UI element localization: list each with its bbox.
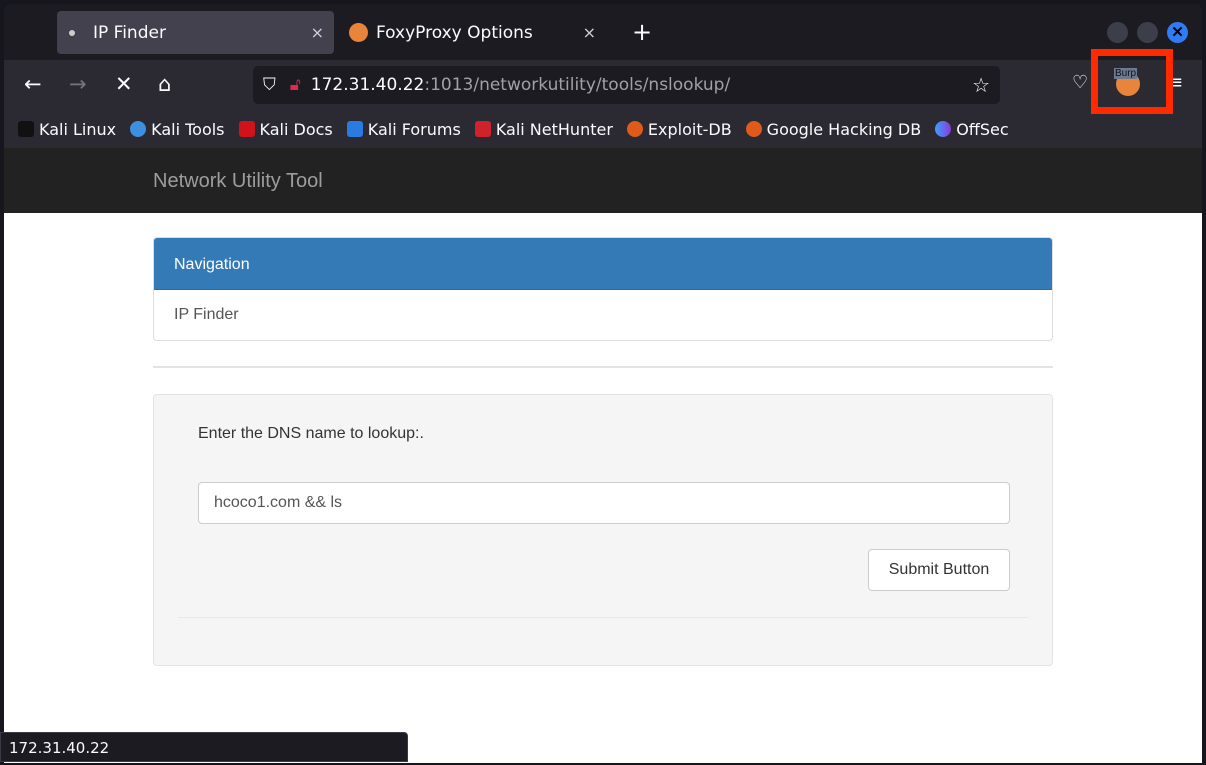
maximize-button[interactable]	[1137, 22, 1158, 43]
bookmark-star-icon[interactable]: ☆	[972, 73, 990, 97]
bookmark-kali-docs[interactable]: Kali Docs	[238, 120, 333, 139]
kali-dragon-icon	[18, 121, 34, 137]
close-window-button[interactable]: ✕	[1167, 22, 1188, 43]
pocket-icon[interactable]: ♡	[1072, 72, 1088, 93]
new-tab-button[interactable]: +	[632, 18, 652, 46]
app-navbar: Network Utility Tool	[4, 148, 1202, 213]
ghdb-icon	[745, 121, 762, 137]
bookmark-google-hacking-db[interactable]: Google Hacking DB	[745, 120, 921, 139]
nav-toolbar: ← → ✕ ⌂ ⛉ 🔓︎ 172.31.40.22:1013/networkut…	[4, 60, 1202, 110]
brand-link[interactable]: Network Utility Tool	[153, 170, 323, 193]
divider	[153, 366, 1053, 368]
url-bar[interactable]: ⛉ 🔓︎ 172.31.40.22:1013/networkutility/to…	[253, 66, 1000, 104]
close-tab-icon[interactable]: ×	[311, 23, 324, 42]
dns-name-input[interactable]	[198, 482, 1010, 524]
tab-foxyproxy[interactable]: FoxyProxy Options ×	[344, 11, 606, 54]
minimize-button[interactable]	[1107, 22, 1128, 43]
stop-icon[interactable]: ✕	[115, 72, 133, 96]
shield-icon: ⛉	[263, 75, 276, 95]
divider	[178, 617, 1028, 618]
kali-tools-icon	[130, 121, 147, 137]
highlight-box	[1091, 49, 1173, 114]
status-bar-url: 172.31.40.22	[0, 732, 408, 762]
bookmark-exploit-db[interactable]: Exploit-DB	[626, 120, 732, 139]
panel-heading: Navigation	[154, 238, 1052, 290]
tab-ip-finder[interactable]: IP Finder ×	[57, 11, 334, 54]
page-icon	[69, 29, 75, 36]
browser-window: IP Finder × FoxyProxy Options × + ✕ ← → …	[4, 4, 1202, 763]
kali-docs-icon	[238, 121, 255, 137]
bookmarks-bar: Kali Linux Kali Tools Kali Docs Kali For…	[4, 110, 1202, 148]
bookmark-offsec[interactable]: OffSec	[935, 120, 1009, 139]
tab-bar: IP Finder × FoxyProxy Options × + ✕	[4, 4, 1202, 60]
back-icon[interactable]: ←	[24, 72, 42, 96]
bookmark-kali-tools[interactable]: Kali Tools	[130, 120, 225, 139]
close-tab-icon[interactable]: ×	[583, 23, 596, 42]
exploit-db-icon	[626, 121, 643, 137]
forward-icon[interactable]: →	[69, 72, 87, 96]
navigation-panel: Navigation IP Finder	[153, 237, 1053, 341]
dns-label: Enter the DNS name to lookup:.	[198, 425, 424, 442]
bookmark-kali-linux[interactable]: Kali Linux	[18, 120, 116, 139]
home-icon[interactable]: ⌂	[158, 72, 171, 96]
nav-item-ip-finder[interactable]: IP Finder	[154, 290, 1052, 340]
insecure-lock-icon: 🔓︎	[289, 75, 301, 95]
lookup-form: Enter the DNS name to lookup:. Submit Bu…	[153, 394, 1053, 666]
foxyproxy-icon	[349, 23, 368, 42]
bookmark-kali-forums[interactable]: Kali Forums	[346, 120, 461, 139]
submit-button[interactable]: Submit Button	[868, 549, 1010, 591]
kali-forums-icon	[346, 121, 363, 137]
bookmark-kali-nethunter[interactable]: Kali NetHunter	[474, 120, 613, 139]
nethunter-icon	[474, 121, 491, 137]
offsec-icon	[935, 121, 952, 137]
page-content: Network Utility Tool Navigation IP Finde…	[4, 148, 1202, 763]
